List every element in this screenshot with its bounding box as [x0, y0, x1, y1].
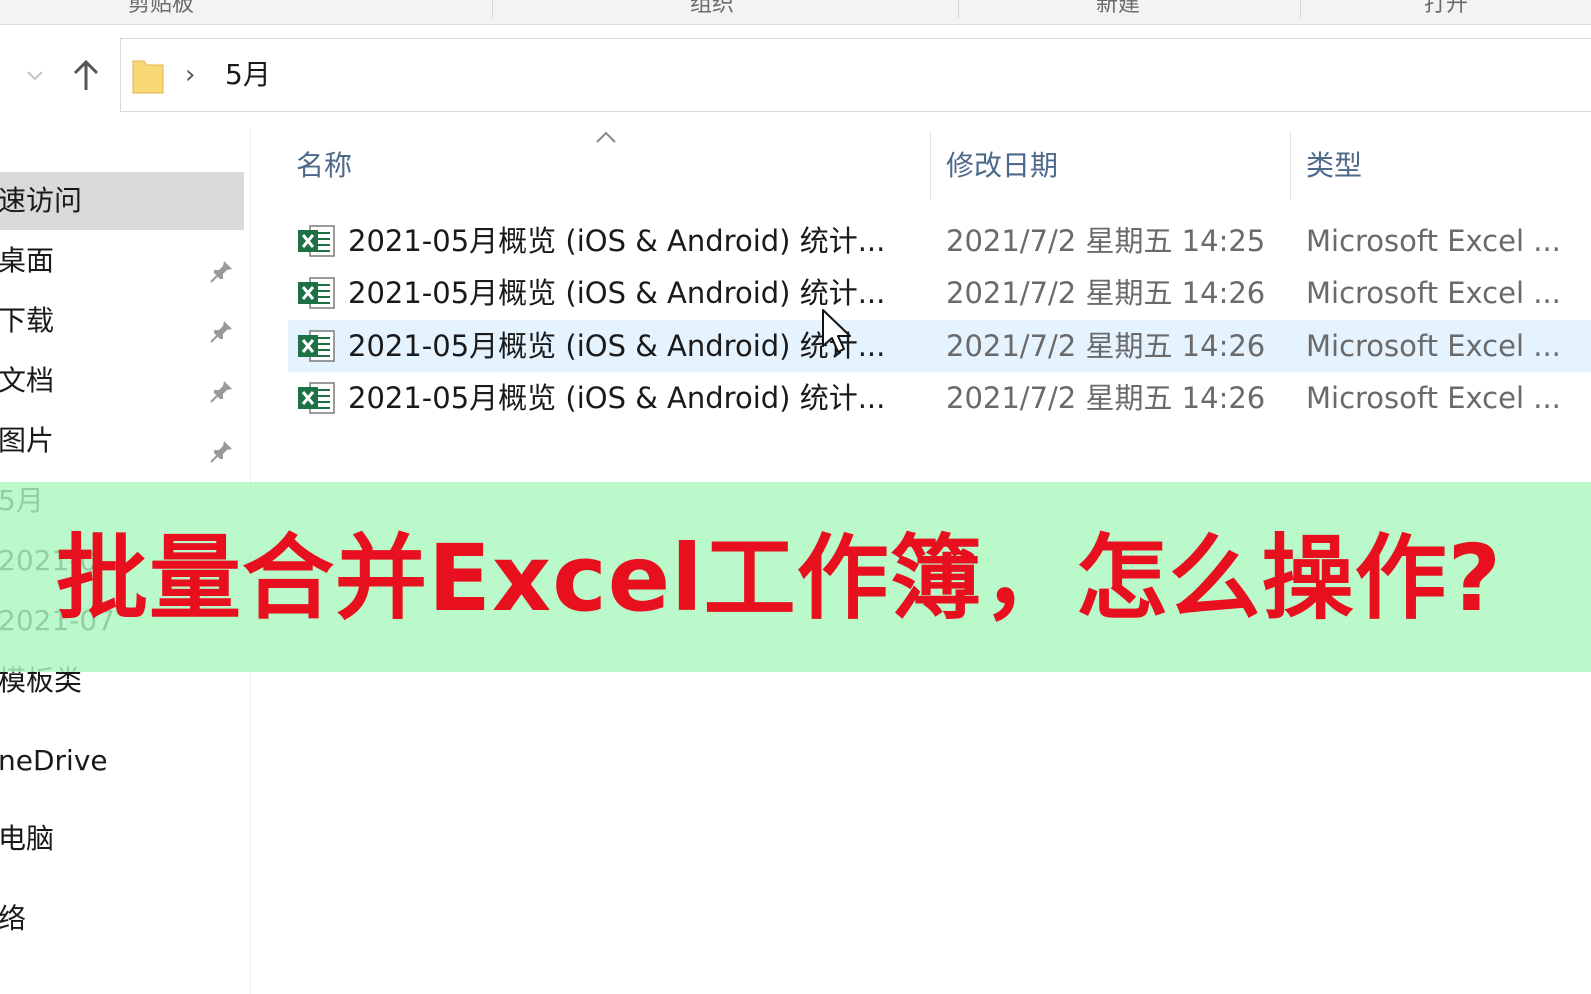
file-modified-date: 2021/7/2 星期五 14:26: [946, 329, 1266, 363]
sidebar-item-label: 图片: [0, 424, 55, 457]
breadcrumb-chevron-icon[interactable]: ›: [185, 57, 195, 93]
sidebar-item-downloads[interactable]: 下载: [0, 292, 244, 350]
file-type: Microsoft Excel ...: [1306, 329, 1561, 363]
sidebar-item-documents[interactable]: 文档: [0, 352, 244, 410]
file-name: 2021-05月概览 (iOS & Android) 统计...: [348, 276, 886, 310]
mouse-pointer-icon: [820, 308, 854, 356]
sidebar-item-label: 下载: [0, 304, 55, 337]
sidebar-item-label: 文档: [0, 364, 55, 397]
file-modified-date: 2021/7/2 星期五 14:26: [946, 276, 1266, 310]
column-separator[interactable]: [1290, 132, 1291, 200]
column-header-modified[interactable]: 修改日期: [946, 144, 1058, 188]
sidebar-item-this-pc[interactable]: 电脑: [0, 810, 244, 868]
excel-icon: [296, 275, 336, 311]
sidebar-item-label: 速访问: [0, 184, 83, 217]
sidebar-item-label: 桌面: [0, 244, 55, 277]
sidebar-item-onedrive[interactable]: neDrive: [0, 732, 244, 790]
column-header-name[interactable]: 名称: [296, 144, 352, 188]
excel-icon: [296, 223, 336, 259]
pin-icon[interactable]: [206, 249, 236, 283]
folder-icon: [132, 55, 164, 95]
pin-icon[interactable]: [206, 309, 236, 343]
recent-locations-chevron-down-icon[interactable]: [22, 62, 48, 88]
sidebar-item-desktop[interactable]: 桌面: [0, 232, 244, 290]
sidebar-item-label: 络: [0, 902, 27, 935]
sidebar-item-label: neDrive: [0, 744, 108, 777]
file-modified-date: 2021/7/2 星期五 14:25: [946, 224, 1266, 258]
ribbon-separator: [1300, 0, 1301, 18]
sidebar-item-label: 电脑: [0, 822, 55, 855]
file-row[interactable]: 2021-05月概览 (iOS & Android) 统计... 2021/7/…: [288, 320, 1591, 372]
pin-icon[interactable]: [206, 369, 236, 403]
caption-text: 批量合并Excel工作簿，怎么操作?: [56, 525, 1503, 632]
excel-icon: [296, 328, 336, 364]
ribbon-separator: [958, 0, 959, 18]
ribbon-group-clipboard: 剪贴板: [128, 0, 195, 17]
excel-icon: [296, 380, 336, 416]
ribbon-group-organize: 组织: [690, 0, 735, 17]
file-type: Microsoft Excel ...: [1306, 276, 1561, 310]
file-name: 2021-05月概览 (iOS & Android) 统计...: [348, 381, 886, 415]
file-type: Microsoft Excel ...: [1306, 381, 1561, 415]
file-modified-date: 2021/7/2 星期五 14:26: [946, 381, 1266, 415]
sort-ascending-icon: [592, 126, 620, 148]
sidebar-item-network[interactable]: 络: [0, 890, 244, 948]
file-name: 2021-05月概览 (iOS & Android) 统计...: [348, 224, 886, 258]
column-separator[interactable]: [930, 132, 931, 200]
up-arrow-icon[interactable]: [66, 56, 106, 96]
ribbon-separator: [492, 0, 493, 18]
caption-banner: 批量合并Excel工作簿，怎么操作?: [0, 482, 1591, 672]
file-row[interactable]: 2021-05月概览 (iOS & Android) 统计... 2021/7/…: [288, 215, 1591, 267]
address-bar[interactable]: › 5月: [120, 38, 1591, 112]
file-name: 2021-05月概览 (iOS & Android) 统计...: [348, 329, 886, 363]
column-header-type[interactable]: 类型: [1306, 144, 1362, 188]
breadcrumb-current-folder[interactable]: 5月: [225, 55, 271, 95]
ribbon-group-new: 新建: [1096, 0, 1141, 17]
file-row[interactable]: 2021-05月概览 (iOS & Android) 统计... 2021/7/…: [288, 372, 1591, 424]
sidebar-item-quick-access[interactable]: 速访问: [0, 172, 244, 230]
pin-icon[interactable]: [206, 429, 236, 463]
ribbon-group-strip: 剪贴板 组织 新建 打开: [0, 0, 1591, 25]
ribbon-group-open: 打开: [1424, 0, 1469, 17]
file-row[interactable]: 2021-05月概览 (iOS & Android) 统计... 2021/7/…: [288, 267, 1591, 319]
file-type: Microsoft Excel ...: [1306, 224, 1561, 258]
sidebar-item-pictures[interactable]: 图片: [0, 412, 244, 470]
